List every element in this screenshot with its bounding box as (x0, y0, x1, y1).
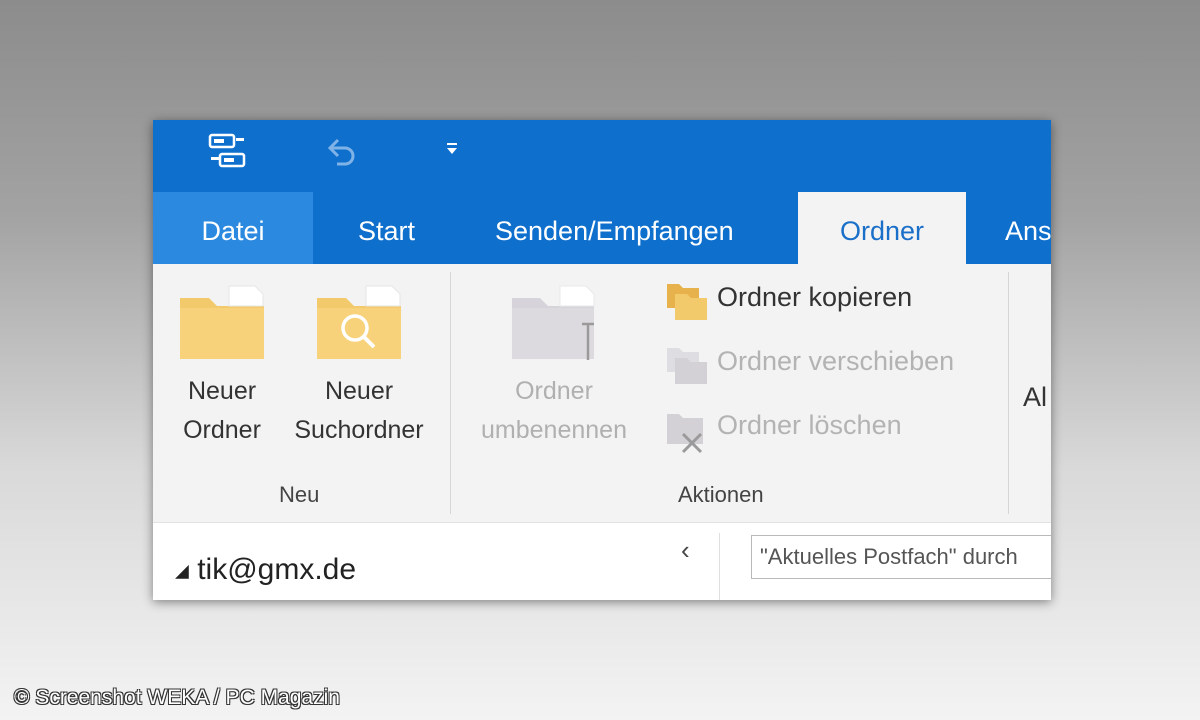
mailbox-node[interactable]: ◢ tik@gmx.de (175, 553, 356, 587)
pane-divider (719, 533, 720, 600)
new-search-folder-label-2: Suchordner (294, 416, 424, 444)
search-input[interactable]: "Aktuelles Postfach" durch (751, 535, 1051, 579)
image-credit: © Screenshot WEKA / PC Magazin (14, 686, 340, 709)
send-receive-icon[interactable] (208, 132, 248, 172)
group-label-neu: Neu (279, 482, 320, 507)
group-separator (1008, 272, 1009, 514)
delete-folder-button[interactable]: Ordner löschen (665, 410, 965, 454)
tab-senden-empfangen[interactable]: Senden/Empfangen (495, 192, 734, 264)
folder-pane: ◢ tik@gmx.de ‹ "Aktuelles Postfach" durc… (153, 522, 1051, 600)
move-folder-label: Ordner verschieben (717, 346, 955, 376)
rename-folder-icon (512, 285, 595, 364)
group-label-aktionen: Aktionen (678, 482, 764, 507)
outlook-window: Datei Start Senden/Empfangen Ordner Ans … (153, 120, 1051, 600)
undo-icon[interactable] (323, 134, 359, 170)
new-folder-label-1: Neuer (187, 377, 257, 405)
folder-icon (180, 285, 264, 359)
next-group-partial-label[interactable]: Al (1023, 382, 1047, 413)
search-folder-icon (317, 285, 401, 359)
new-folder-label-2: Ordner (183, 416, 261, 444)
expand-triangle-icon[interactable]: ◢ (175, 561, 189, 581)
group-separator (450, 272, 451, 514)
tab-ansicht[interactable]: Ans (1005, 192, 1051, 264)
ribbon: Neuer Ordner Neuer Suchordner Neu Ordner… (153, 264, 1051, 522)
rename-folder-label-2: umbenennen (481, 416, 627, 444)
move-folder-icon (667, 348, 707, 384)
delete-folder-icon (667, 414, 703, 454)
delete-folder-label: Ordner löschen (717, 410, 902, 440)
new-search-folder-button[interactable]: Neuer Suchordner (283, 284, 435, 450)
copy-folder-row: Ordner kopieren (665, 282, 965, 322)
rename-folder-label-1: Ordner (515, 377, 593, 405)
new-search-folder-label-1: Neuer (324, 377, 394, 405)
copy-folder-label[interactable]: Ordner kopieren (717, 282, 912, 313)
tab-ordner[interactable]: Ordner (798, 192, 966, 268)
ribbon-tabs: Datei Start Senden/Empfangen Ordner Ans (153, 192, 1051, 268)
rename-folder-button[interactable]: Ordner umbenennen (461, 284, 647, 450)
new-folder-button[interactable]: Neuer Ordner (167, 284, 277, 450)
title-bar (153, 120, 1051, 192)
customize-toolbar-icon[interactable] (445, 142, 459, 156)
collapse-pane-icon[interactable]: ‹ (681, 535, 690, 566)
copy-folder-icon (667, 284, 707, 320)
tab-start[interactable]: Start (358, 192, 415, 264)
move-folder-button[interactable]: Ordner verschieben (665, 346, 985, 386)
tab-datei[interactable]: Datei (153, 192, 313, 264)
mailbox-label: tik@gmx.de (197, 553, 357, 586)
